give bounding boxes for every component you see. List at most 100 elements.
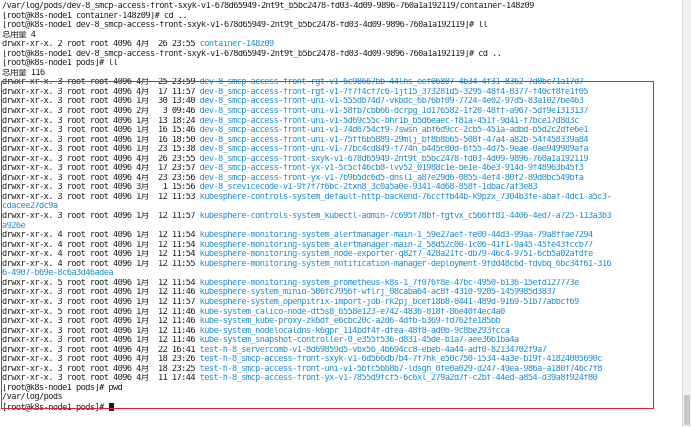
directory-entry: drwxr-xr-x. 3 root root 4096 4月 17 11:57… xyxy=(2,88,681,98)
entry-meta: drwxr-xr-x. 4 root root 4096 1月 12 11:54 xyxy=(2,250,200,260)
directory-entry: drwxr-xr-x. 3 root root 4096 1月 13 18:24… xyxy=(2,117,681,127)
command-prompt: [root@k8s-node1 pods]# xyxy=(2,402,681,413)
entry-meta: drwxr-xr-x. 3 root root 4096 3月 1 15:56 xyxy=(2,183,200,193)
directory-entry: drwxr-xr-x. 3 root root 4096 1月 16 18:50… xyxy=(2,136,681,146)
directory-name: test-h-8_smcp-access-front-sxyk-v1-6d566… xyxy=(199,355,603,365)
terminal-line: [root@k8s-node1 dev-8_smcp-access-front-… xyxy=(2,21,681,31)
directory-name: kubesphere-system_openpitrix-import-job-… xyxy=(199,297,580,307)
directory-name: dev-8_smcp-access-front-uni-v1-74d6754cf… xyxy=(199,126,589,136)
directory-entry: drwxr-xr-x. 3 root root 4096 1月 30 13:40… xyxy=(2,97,681,107)
entry-meta: drwxr-xr-x. 3 root root 4096 1月 12 11:46 xyxy=(2,288,200,298)
scrollbar-thumb[interactable] xyxy=(684,395,690,425)
directory-entry: drwxr-xr-x. 4 root root 4096 1月 12 11:54… xyxy=(2,241,681,251)
entry-meta: drwxr-xr-x. 3 root root 4096 4月 17 11:57 xyxy=(2,87,200,97)
line-text: [root@k8s-node1 dev-8_smcp-access-front-… xyxy=(2,49,502,59)
directory-name: dev-8_smcp-access-front-rgt-v1-6c98667bb… xyxy=(199,78,584,88)
entry-meta: drwxr-xr-x. 5 root root 4096 1月 12 11:54 xyxy=(2,278,200,288)
directory-entry: drwxr-xr-x. 3 root root 4096 1月 12 11:57… xyxy=(2,212,681,222)
entry-meta: drwxr-xr-x. 3 root root 4096 4月 11 17:44 xyxy=(2,374,200,384)
line-text: [root@k8s-node1 dev-8_smcp-access-front-… xyxy=(2,21,488,31)
directory-name: dev-8_smcp-access-front-yx-v1-7b9b5dc6d5… xyxy=(199,173,584,183)
directory-entry: drwxr-xr-x. 5 root root 4096 1月 12 11:46… xyxy=(2,308,681,318)
directory-name: dev-8_smcp-access-front-sxyk-v1-678d6594… xyxy=(199,154,589,164)
entry-meta: drwxr-xr-x. 4 root root 4096 1月 12 11:55 xyxy=(2,259,200,269)
directory-name: 6-4907-b69e-8c6a3d46adea xyxy=(2,269,114,279)
text-cursor[interactable] xyxy=(109,402,115,411)
terminal-line: [root@k8s-node1 container-148z09]# cd .. xyxy=(2,12,681,22)
directory-name: kubesphere-monitoring-system_node-export… xyxy=(199,250,594,260)
entry-meta: drwxr-xr-x. 3 root root 4096 1月 30 13:40 xyxy=(2,97,200,107)
directory-name: test-h-8_servercomb-v1-8d69859d5-vbx56_4… xyxy=(199,345,547,355)
entry-meta: drwxr-xr-x. 3 root root 4096 4月 23 23:56 xyxy=(2,173,200,183)
terminal-line: /var/log/pods/dev-8_smcp-access-front-sx… xyxy=(2,2,681,12)
directory-entry: drwxr-xr-x. 3 root root 4096 1月 12 11:46… xyxy=(2,288,681,298)
directory-name-wrap: cdacee27dc9a xyxy=(2,202,681,212)
directory-entry: drwxr-xr-x. 3 root root 4096 1月 12 11:46… xyxy=(2,327,681,337)
directory-name: dev-8_smcp-access-front-uni-v1-555db74d7… xyxy=(199,97,584,107)
scrollbar[interactable] xyxy=(682,0,691,427)
directory-entry: drwxr-xr-x. 3 root root 4096 4月 17 23:57… xyxy=(2,164,681,174)
directory-entry: drwxr-xr-x. 3 root root 4096 3月 1 15:56 … xyxy=(2,183,681,193)
directory-entry: drwxr-xr-x. 5 root root 4096 1月 12 11:54… xyxy=(2,279,681,289)
entry-meta: drwxr-xr-x. 4 root root 4096 1月 12 11:54 xyxy=(2,231,200,241)
terminal-window[interactable]: /var/log/pods/dev-8_smcp-access-front-sx… xyxy=(0,0,691,427)
directory-name: kubesphere-monitoring-system_alertmanage… xyxy=(199,240,594,250)
directory-name: kubesphere-system_minio-586fc7956f-wflrj… xyxy=(199,288,557,298)
directory-entry: drwxr-xr-x. 2 root root 4096 4月 26 23:55… xyxy=(2,40,681,50)
directory-name: kubesphere-controls-system_default-http-… xyxy=(199,192,612,202)
entry-meta: drwxr-xr-x. 3 root root 4096 1月 16 15:46 xyxy=(2,126,200,136)
entry-meta: drwxr-xr-x. 3 root root 4096 4月 26 23:55 xyxy=(2,154,200,164)
entry-meta: drwxr-xr-x. 3 root root 4096 1月 12 11:57 xyxy=(2,212,200,222)
terminal-line: 总用量 4 xyxy=(2,31,681,41)
line-text: /var/log/pods/dev-8_smcp-access-front-sx… xyxy=(2,2,534,11)
terminal-line: 总用量 116 xyxy=(2,69,681,79)
directory-entry: drwxr-xr-x. 3 root root 4096 1月 12 11:53… xyxy=(2,193,681,203)
directory-entry: drwxr-xr-x. 3 root root 4096 4月 22 16:41… xyxy=(2,346,681,356)
directory-name: test-h-8_smcp-access-front-uni-v1-5bfc5b… xyxy=(199,364,603,374)
directory-entry: drwxr-xr-x. 3 root root 4096 4月 23 23:56… xyxy=(2,174,681,184)
directory-name: kube-system_snapshot-controller-0_e355f5… xyxy=(199,336,520,346)
prompt-text: [root@k8s-node1 pods]# xyxy=(2,402,109,413)
directory-name: kubesphere-monitoring-system_notificatio… xyxy=(199,259,612,269)
directory-entry: drwxr-xr-x. 4 root root 4096 1月 12 11:55… xyxy=(2,260,681,270)
directory-name: dev-8_smcp-access-front-uni-v1-58fb7cbb6… xyxy=(199,107,589,117)
entry-meta: drwxr-xr-x. 3 root root 4096 4月 25 23:59 xyxy=(2,78,200,88)
entry-meta: drwxr-xr-x. 3 root root 4096 1月 13 18:24 xyxy=(2,116,200,126)
terminal-line: [root@k8s-node1 pods]# ll xyxy=(2,59,681,69)
directory-name: kube-system_calico-node-dt5s8_6558e123-e… xyxy=(199,307,506,317)
entry-meta: drwxr-xr-x. 3 root root 4096 1月 23 15:38 xyxy=(2,145,200,155)
line-text: [root@k8s-node1 pods]# pwd xyxy=(2,383,123,393)
directory-name: kubesphere-monitoring-system_alertmanage… xyxy=(199,231,594,241)
line-text: 总用量 116 xyxy=(2,68,45,78)
entry-meta: drwxr-xr-x. 3 root root 4096 1月 12 11:53 xyxy=(2,192,200,202)
directory-entry: drwxr-xr-x. 4 root root 4096 1月 12 11:54… xyxy=(2,231,681,241)
directory-entry: drwxr-xr-x. 3 root root 4096 1月 12 11:57… xyxy=(2,298,681,308)
directory-name: dev-8_smcp-access-front-uni-v1-75ff6b588… xyxy=(199,135,589,145)
directory-name: test-h-8_smcp-access-front-yx-v1-7855d9f… xyxy=(199,374,598,384)
entry-meta: drwxr-xr-x. 3 root root 4096 1月 16 18:50 xyxy=(2,135,200,145)
entry-meta: drwxr-xr-x. 3 root root 4096 4月 18 23:26 xyxy=(2,355,200,365)
entry-meta: drwxr-xr-x. 3 root root 4096 1月 12 11:46 xyxy=(2,317,200,327)
line-text: /var/log/pods xyxy=(2,393,63,403)
directory-name: a926e xyxy=(2,221,26,231)
terminal-line: [root@k8s-node1 dev-8_smcp-access-front-… xyxy=(2,50,681,60)
directory-entry: drwxr-xr-x. 4 root root 4096 1月 12 11:54… xyxy=(2,250,681,260)
directory-name: kubesphere-controls-system_kubectl-admin… xyxy=(199,212,612,222)
directory-entry: drwxr-xr-x. 3 root root 4096 1月 12 11:46… xyxy=(2,317,681,327)
directory-name: dev-8_smcp-access-front-rgt-v1-7f7f4cf7c… xyxy=(199,87,589,97)
terminal-output: /var/log/pods/dev-8_smcp-access-front-sx… xyxy=(2,2,681,413)
entry-meta: drwxr-xr-x. 3 root root 4096 1月 12 11:57 xyxy=(2,297,200,307)
line-text: [root@k8s-node1 container-148z09]# cd .. xyxy=(2,11,188,21)
line-text: 总用量 4 xyxy=(2,30,36,40)
entry-meta: drwxr-xr-x. 3 root root 4096 2月 3 09:46 xyxy=(2,107,200,117)
directory-name-wrap: 6-4907-b69e-8c6a3d46adea xyxy=(2,269,681,279)
entry-meta: drwxr-xr-x. 3 root root 4096 4月 22 16:41 xyxy=(2,345,200,355)
directory-entry: drwxr-xr-x. 3 root root 4096 4月 18 23:26… xyxy=(2,355,681,365)
entry-meta: drwxr-xr-x. 3 root root 4096 4月 18 23:25 xyxy=(2,364,200,374)
terminal-line: [root@k8s-node1 pods]# pwd xyxy=(2,384,681,394)
directory-name: dev-8_smcp-access-front-yx-v1-5c5cf46cb8… xyxy=(199,164,584,174)
directory-name: kubesphere-monitoring-system_prometheus-… xyxy=(199,278,580,288)
directory-entry: drwxr-xr-x. 3 root root 4096 4月 25 23:59… xyxy=(2,78,681,88)
directory-name: kube-system_kube-proxy-zk6df_e6cbc20c-a2… xyxy=(199,317,501,327)
directory-entry: drwxr-xr-x. 3 root root 4096 4月 18 23:25… xyxy=(2,365,681,375)
